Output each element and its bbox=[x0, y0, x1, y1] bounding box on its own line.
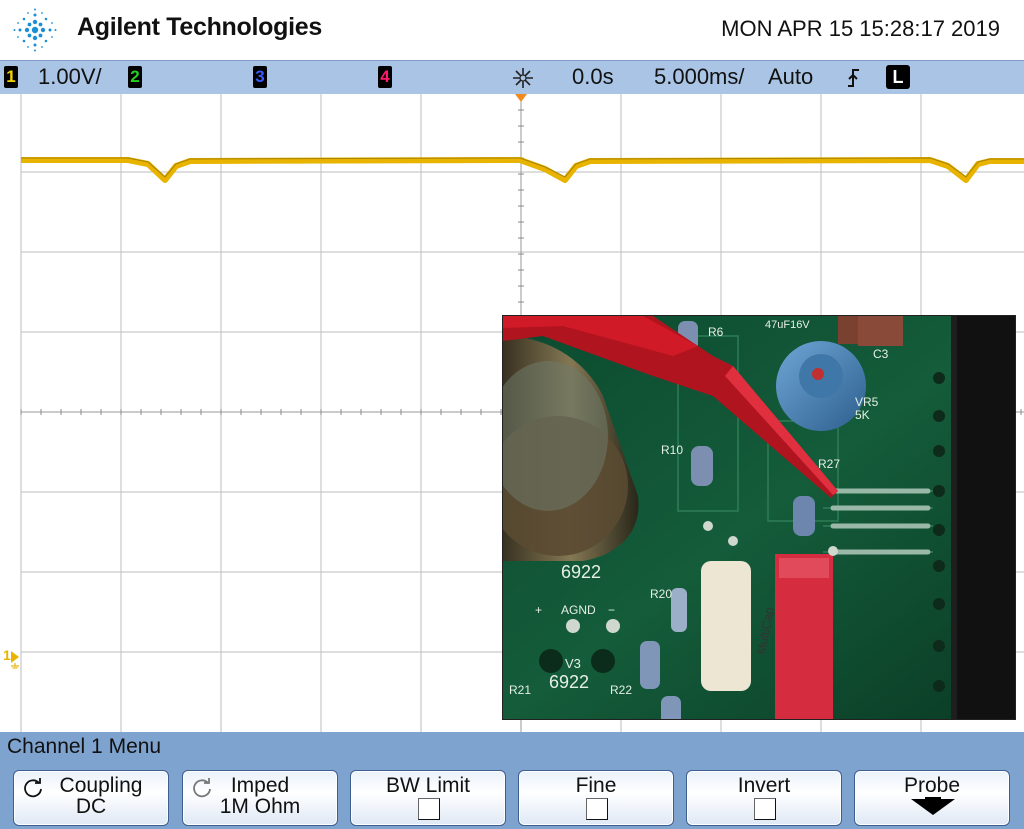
rising-edge-icon bbox=[848, 69, 859, 87]
coupling-value: DC bbox=[75, 795, 107, 818]
horizontal-delay: 0.0s bbox=[572, 64, 614, 89]
svg-text:5K: 5K bbox=[855, 408, 870, 422]
svg-text:V3: V3 bbox=[565, 656, 581, 671]
channel-4-number: 4 bbox=[380, 67, 390, 86]
bw-limit-label: BW Limit bbox=[386, 774, 470, 797]
channel-3-number: 3 bbox=[255, 67, 265, 86]
circuit-board-photo: R6 47uF16V C3 VR5 5K R10 R27 6922 R20 + … bbox=[503, 316, 1015, 719]
svg-text:+: + bbox=[535, 603, 542, 617]
svg-text:R22: R22 bbox=[610, 683, 632, 697]
channel-2-number: 2 bbox=[130, 67, 140, 86]
svg-text:R27: R27 bbox=[818, 457, 840, 471]
invert-label: Invert bbox=[737, 774, 791, 797]
trigger-burst-icon bbox=[513, 68, 533, 88]
bw-limit-softkey[interactable]: BW Limit bbox=[350, 770, 506, 826]
impedance-value: 1M Ohm bbox=[219, 795, 301, 818]
brand-name: Agilent Technologies bbox=[77, 13, 322, 41]
probe-label: Probe bbox=[903, 774, 961, 797]
invert-softkey[interactable]: Invert bbox=[686, 770, 842, 826]
status-bar: 1 1.00V/ 2 3 4 0.0s 5.000ms/ Auto L bbox=[0, 60, 1024, 95]
channel-1-indicator[interactable]: 1 bbox=[4, 66, 18, 88]
coupling-softkey[interactable]: Coupling DC bbox=[13, 770, 169, 826]
svg-text:6922: 6922 bbox=[549, 672, 589, 692]
trigger-mode: Auto bbox=[768, 64, 814, 89]
submenu-arrow-down-icon bbox=[911, 799, 955, 815]
svg-text:6922: 6922 bbox=[561, 562, 601, 582]
svg-text:R21: R21 bbox=[509, 683, 531, 697]
svg-text:R20: R20 bbox=[650, 587, 672, 601]
waveform-display: 1 R6 47uF16V C3 VR5 5K R10 R27 6922 R20 … bbox=[0, 94, 1024, 732]
channel-1-scale: 1.00V/ bbox=[38, 64, 102, 89]
fine-softkey[interactable]: Fine bbox=[518, 770, 674, 826]
trigger-source-badge: L bbox=[886, 65, 910, 89]
channel-4-indicator[interactable]: 4 bbox=[378, 66, 392, 88]
svg-text:−: − bbox=[608, 603, 615, 617]
bw-limit-checkbox[interactable] bbox=[418, 798, 440, 820]
channel-1-ground-marker[interactable]: 1 bbox=[3, 647, 21, 669]
agilent-spark-logo bbox=[13, 8, 57, 52]
ground-symbol-icon bbox=[11, 651, 19, 669]
svg-text:47uF16V: 47uF16V bbox=[765, 319, 810, 331]
fine-checkbox[interactable] bbox=[586, 798, 608, 820]
svg-text:AGND: AGND bbox=[561, 603, 596, 617]
fine-label: Fine bbox=[575, 774, 617, 797]
impedance-softkey[interactable]: Imped 1M Ohm bbox=[182, 770, 338, 826]
header: Agilent Technologies MON APR 15 15:28:17… bbox=[0, 0, 1024, 60]
probe-softkey[interactable]: Probe bbox=[854, 770, 1010, 826]
channel-1-number: 1 bbox=[6, 67, 16, 86]
svg-text:R10: R10 bbox=[661, 443, 683, 457]
softkey-menu: Channel 1 Menu Coupling DC Imped 1M Ohm … bbox=[0, 732, 1024, 829]
inset-photo: R6 47uF16V C3 VR5 5K R10 R27 6922 R20 + … bbox=[502, 315, 1016, 720]
svg-text:VR5: VR5 bbox=[855, 395, 879, 409]
svg-text:R6: R6 bbox=[708, 325, 724, 339]
timebase-scale: 5.000ms/ bbox=[654, 64, 745, 89]
channel-3-indicator[interactable]: 3 bbox=[253, 66, 267, 88]
menu-title: Channel 1 Menu bbox=[7, 735, 162, 758]
svg-text:C3: C3 bbox=[873, 347, 889, 361]
invert-checkbox[interactable] bbox=[754, 798, 776, 820]
date-time: MON APR 15 15:28:17 2019 bbox=[721, 16, 1000, 41]
channel-2-indicator[interactable]: 2 bbox=[128, 66, 142, 88]
